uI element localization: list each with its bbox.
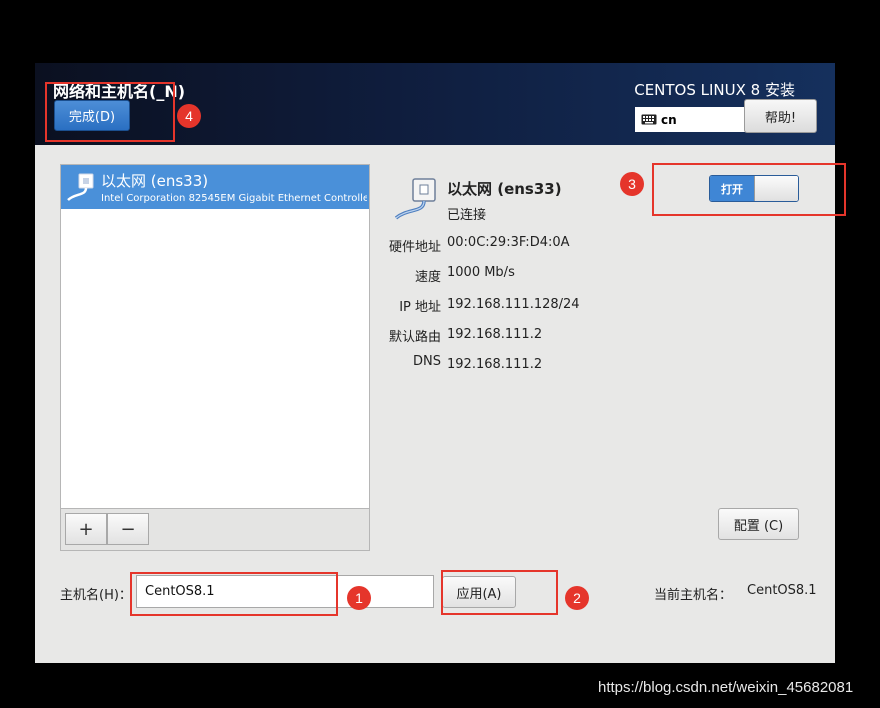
annotation-badge-2: 2 [565,586,589,610]
keyboard-icon [641,114,657,125]
annotation-badge-4: 4 [177,104,201,128]
current-hostname-label: 当前主机名： [654,588,733,603]
prop-value-default-route: 192.168.111.2 [447,327,543,342]
annotation-box-2 [441,570,558,615]
connection-status: 已连接 [447,208,487,223]
prop-label-ip-address: IP 地址 [399,300,441,315]
device-list-toolbar: + − [60,509,370,551]
device-name: 以太网 (ens33) [101,172,209,190]
keyboard-layout-indicator[interactable]: cn [635,107,745,132]
device-description: Intel Corporation 82545EM Gigabit Ethern… [101,193,367,204]
network-device-list: 以太网 (ens33) Intel Corporation 82545EM Gi… [60,164,370,509]
ethernet-icon [65,171,97,207]
prop-value-dns: 192.168.111.2 [447,357,543,372]
help-button[interactable]: 帮助! [744,99,817,133]
product-name: CENTOS LINUX 8 安装 [634,81,795,99]
annotation-box-4 [45,82,175,142]
annotation-badge-1: 1 [347,586,371,610]
current-hostname-value: CentOS8.1 [747,583,817,598]
ethernet-detail-icon [393,175,441,225]
remove-device-button[interactable]: − [107,513,149,545]
watermark: https://blog.csdn.net/weixin_45682081 [598,679,854,696]
prop-value-hw-address: 00:0C:29:3F:D4:0A [447,235,570,250]
list-item-ethernet[interactable]: 以太网 (ens33) Intel Corporation 82545EM Gi… [61,165,369,209]
configure-button[interactable]: 配置 (C) [718,508,799,540]
annotation-box-3 [652,163,846,216]
prop-label-dns: DNS [413,354,441,369]
detail-device-name: 以太网 (ens33) [447,180,562,198]
prop-value-ip-address: 192.168.111.128/24 [447,297,580,312]
prop-label-hw-address: 硬件地址 [388,240,441,255]
annotation-badge-3: 3 [620,172,644,196]
prop-label-default-route: 默认路由 [388,330,441,345]
add-device-button[interactable]: + [65,513,107,545]
keyboard-layout-label: cn [661,112,677,127]
prop-label-speed: 速度 [414,270,441,285]
hostname-label: 主机名(H)： [60,588,132,603]
annotation-box-1 [130,572,338,616]
prop-value-speed: 1000 Mb/s [447,265,515,280]
